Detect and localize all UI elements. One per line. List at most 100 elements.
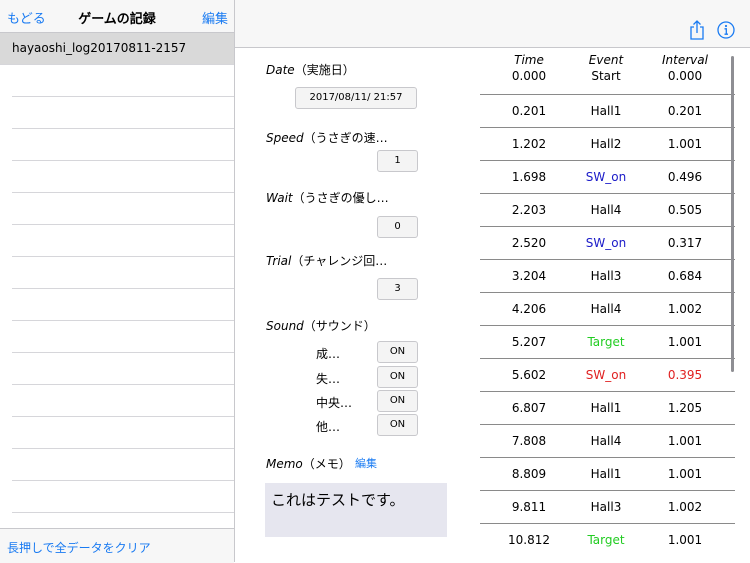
- detail-navbar: [235, 0, 750, 48]
- time-cell: 5.602: [511, 368, 547, 382]
- time-cell: 2.520: [511, 236, 547, 250]
- memo-label: Memo（メモ）: [266, 457, 351, 471]
- event-cell: SW_on: [585, 236, 627, 250]
- sound-success-label: 成…: [316, 347, 341, 361]
- trial-value[interactable]: 3: [377, 278, 418, 300]
- time-cell: 7.808: [511, 434, 547, 448]
- interval-cell: 1.205: [667, 401, 703, 415]
- interval-cell: 0.317: [667, 236, 703, 250]
- date-value[interactable]: 2017/08/11/ 21:57: [295, 87, 417, 109]
- list-item-empty: [12, 417, 234, 449]
- event-cell: Hall3: [590, 500, 622, 514]
- list-item-empty: [12, 481, 234, 513]
- interval-header: Interval: [662, 53, 708, 67]
- memo-edit-button[interactable]: 編集: [355, 455, 377, 471]
- table-row: 2.203 Hall4 0.505: [480, 193, 735, 226]
- event-cell: Target: [587, 335, 625, 349]
- sound-success-toggle[interactable]: ON: [377, 341, 418, 363]
- sound-fail-toggle[interactable]: ON: [377, 366, 418, 388]
- sound-center-toggle[interactable]: ON: [377, 390, 418, 412]
- sidebar-title: ゲームの記録: [78, 12, 156, 27]
- sound-fail-label: 失…: [316, 372, 341, 386]
- sound-other-toggle[interactable]: ON: [377, 414, 418, 436]
- interval-cell: 1.002: [667, 500, 703, 514]
- time-cell: 6.807: [511, 401, 547, 415]
- scrollbar[interactable]: [731, 56, 734, 372]
- event-cell: Hall1: [590, 401, 622, 415]
- list-item-selected[interactable]: hayaoshi_log20170811-2157: [0, 33, 234, 65]
- clear-all-data-button[interactable]: 長押しで全データをクリア: [7, 539, 151, 556]
- speed-value[interactable]: 1: [377, 150, 418, 172]
- event-cell: Hall3: [590, 269, 622, 283]
- log-header: Time 0.000 Event Start Interval 0.000: [480, 53, 735, 93]
- interval-cell: 0.201: [667, 104, 703, 118]
- list-item-empty: [12, 225, 234, 257]
- event-cell: SW_on: [585, 368, 627, 382]
- list-item-empty: [12, 161, 234, 193]
- list-item-empty: [12, 385, 234, 417]
- interval-cell: 1.002: [667, 302, 703, 316]
- memo-text: これはテストです。: [265, 483, 447, 537]
- wait-value[interactable]: 0: [377, 216, 418, 238]
- sound-center-label: 中央…: [316, 396, 353, 410]
- time-header: Time: [514, 53, 544, 67]
- wait-label: Wait（うさぎの優し…: [266, 191, 389, 205]
- table-row: 1.698 SW_on 0.496: [480, 160, 735, 193]
- interval-cell: 0.684: [667, 269, 703, 283]
- time-cell: 1.202: [511, 137, 547, 151]
- table-row: 9.811 Hall3 1.002: [480, 490, 735, 523]
- list-item-empty: [12, 97, 234, 129]
- table-row: 8.809 Hall1 1.001: [480, 457, 735, 490]
- event-cell: SW_on: [585, 170, 627, 184]
- time-cell: 1.698: [511, 170, 547, 184]
- log-file-list: hayaoshi_log20170811-2157: [0, 33, 234, 528]
- time-cell: 2.203: [511, 203, 547, 217]
- interval-cell: 1.001: [667, 137, 703, 151]
- event-cell: Target: [587, 533, 625, 547]
- sidebar-edit-button[interactable]: 編集: [202, 8, 228, 27]
- list-item-empty: [12, 193, 234, 225]
- event-cell: Hall2: [590, 137, 622, 151]
- interval-cell: 1.001: [667, 533, 703, 547]
- interval-cell: 0.395: [667, 368, 703, 382]
- first-time-value: 0.000: [511, 69, 547, 83]
- trial-label: Trial（チャレンジ回…: [266, 254, 388, 268]
- interval-cell: 1.001: [667, 335, 703, 349]
- sidebar: もどる ゲームの記録 編集 hayaoshi_log20170811-2157 …: [0, 0, 235, 563]
- interval-cell: 0.496: [667, 170, 703, 184]
- first-interval-value: 0.000: [667, 69, 703, 83]
- sound-other-label: 他…: [316, 420, 341, 434]
- table-row: 1.202 Hall2 1.001: [480, 127, 735, 160]
- interval-cell: 0.505: [667, 203, 703, 217]
- sound-label: Sound（サウンド）: [266, 319, 376, 333]
- sidebar-navbar: もどる ゲームの記録 編集: [0, 0, 234, 33]
- list-item-empty: [12, 353, 234, 385]
- event-cell: Hall4: [590, 203, 622, 217]
- table-row: 4.206 Hall4 1.002: [480, 292, 735, 325]
- share-icon[interactable]: [689, 20, 705, 44]
- event-cell: Hall4: [590, 434, 622, 448]
- table-row: 0.201 Hall1 0.201: [480, 94, 735, 127]
- first-event-value: Start: [591, 69, 621, 83]
- time-cell: 3.204: [511, 269, 547, 283]
- interval-cell: 1.001: [667, 467, 703, 481]
- event-cell: Hall4: [590, 302, 622, 316]
- table-row: 7.808 Hall4 1.001: [480, 424, 735, 457]
- event-header: Event: [588, 53, 624, 67]
- time-cell: 10.812: [508, 533, 550, 547]
- table-row: 3.204 Hall3 0.684: [480, 259, 735, 292]
- date-label: Date（実施日）: [266, 63, 355, 77]
- table-row: 6.807 Hall1 1.205: [480, 391, 735, 424]
- table-row: 5.207 Target 1.001: [480, 325, 735, 358]
- time-cell: 8.809: [511, 467, 547, 481]
- time-cell: 4.206: [511, 302, 547, 316]
- list-item-empty: [12, 129, 234, 161]
- table-row: 5.602 SW_on 0.395: [480, 358, 735, 391]
- info-icon[interactable]: [717, 21, 735, 43]
- interval-cell: 1.001: [667, 434, 703, 448]
- list-item-empty: [12, 65, 234, 97]
- list-item-empty: [12, 257, 234, 289]
- speed-label: Speed（うさぎの速…: [266, 131, 388, 145]
- time-cell: 0.201: [511, 104, 547, 118]
- event-cell: Hall1: [590, 467, 622, 481]
